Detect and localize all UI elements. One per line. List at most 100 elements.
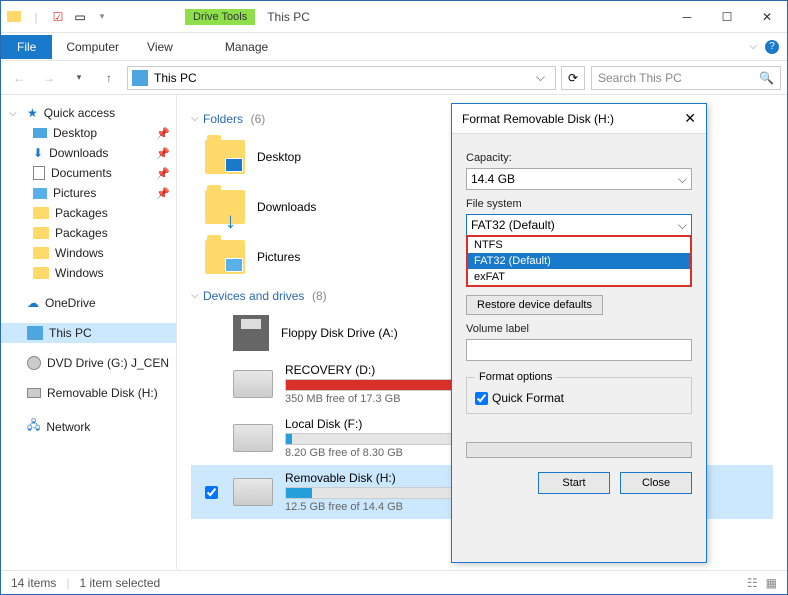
forward-button[interactable]: → (37, 66, 61, 90)
pc-icon (27, 326, 43, 340)
quick-access-root[interactable]: ⌵★Quick access (1, 103, 176, 123)
folder-icon[interactable] (5, 8, 23, 26)
ribbon-collapse-icon[interactable]: ⌵ (749, 41, 757, 52)
drive-icon (233, 370, 273, 398)
drive-tools-tab[interactable]: Drive Tools (185, 9, 255, 25)
volume-label-input[interactable] (466, 339, 692, 361)
folder-icon (33, 267, 49, 279)
dialog-close-button[interactable]: ✕ (684, 110, 696, 127)
fs-option-ntfs[interactable]: NTFS (468, 237, 690, 253)
pin-icon: 📌 (156, 167, 170, 180)
pictures-icon (33, 188, 47, 199)
up-button[interactable]: ↑ (97, 66, 121, 90)
dialog-title: Format Removable Disk (H:) (462, 112, 614, 126)
filesystem-label: File system (466, 198, 692, 210)
usage-bar (285, 487, 475, 499)
format-dialog: Format Removable Disk (H:) ✕ Capacity: 1… (451, 103, 707, 563)
folder-icon (205, 140, 245, 174)
dvd-icon (27, 356, 41, 370)
sidebar-item-packages[interactable]: Packages (1, 203, 176, 223)
desktop-icon (33, 128, 47, 138)
manage-tab[interactable]: Manage (211, 35, 282, 59)
fs-option-fat32[interactable]: FAT32 (Default) (468, 253, 690, 269)
pin-icon: 📌 (156, 147, 170, 160)
cloud-icon: ☁ (27, 296, 39, 310)
folder-icon (205, 240, 245, 274)
pin-icon: 📌 (156, 127, 170, 140)
folder-icon: ↓ (205, 190, 245, 224)
help-icon[interactable]: ? (765, 40, 779, 54)
floppy-icon (233, 315, 269, 351)
fs-option-exfat[interactable]: exFAT (468, 269, 690, 285)
details-view-icon[interactable]: ☷ (747, 576, 758, 590)
sidebar-item-windows[interactable]: Windows (1, 243, 176, 263)
folder-icon (33, 247, 49, 259)
capacity-label: Capacity: (466, 152, 692, 164)
drive-icon (233, 478, 273, 506)
navigation-pane: ⌵★Quick access Desktop📌 ⬇Downloads📌 Docu… (1, 95, 177, 569)
pin-icon: 📌 (156, 187, 170, 200)
star-icon: ★ (27, 106, 38, 120)
removable-disk[interactable]: Removable Disk (H:) (1, 383, 176, 403)
address-box[interactable]: This PC ⌵ (127, 66, 556, 90)
close-button[interactable]: Close (620, 472, 692, 494)
search-input[interactable]: Search This PC 🔍 (591, 66, 781, 90)
network-root[interactable]: 🖧Network (1, 413, 176, 440)
sidebar-item-pictures[interactable]: Pictures📌 (1, 183, 176, 203)
chevron-down-icon: ⌵ (678, 172, 687, 187)
back-button[interactable]: ← (7, 66, 31, 90)
dvd-drive[interactable]: DVD Drive (G:) J_CEN (1, 353, 176, 373)
sidebar-item-downloads[interactable]: ⬇Downloads📌 (1, 143, 176, 163)
refresh-button[interactable]: ⟳ (561, 66, 585, 90)
start-button[interactable]: Start (538, 472, 610, 494)
restore-defaults-button[interactable]: Restore device defaults (466, 295, 603, 315)
capacity-select[interactable]: 14.4 GB⌵ (466, 168, 692, 190)
dropdown-icon[interactable]: ▾ (93, 8, 111, 26)
onedrive-root[interactable]: ☁OneDrive (1, 293, 176, 313)
recent-dropdown[interactable]: ▾ (67, 66, 91, 90)
sidebar-item-packages[interactable]: Packages (1, 223, 176, 243)
properties-icon[interactable]: ▭ (71, 8, 89, 26)
titlebar: | ☑ ▭ ▾ Drive Tools This PC ─ ☐ ✕ (1, 1, 787, 33)
quick-access-toolbar: | ☑ ▭ ▾ (1, 8, 115, 26)
selection-count: 1 item selected (79, 576, 160, 590)
format-options-legend: Format options (475, 371, 556, 383)
usb-icon (27, 388, 41, 398)
minimize-button[interactable]: ─ (667, 2, 707, 32)
address-bar: ← → ▾ ↑ This PC ⌵ ⟳ Search This PC 🔍 (1, 61, 787, 95)
folder-icon (33, 227, 49, 239)
address-text: This PC (154, 71, 197, 85)
network-icon: 🖧 (27, 416, 40, 437)
sidebar-item-desktop[interactable]: Desktop📌 (1, 123, 176, 143)
select-checkbox[interactable] (205, 486, 218, 499)
address-dropdown-icon[interactable]: ⌵ (530, 70, 551, 85)
dialog-titlebar: Format Removable Disk (H:) ✕ (452, 104, 706, 134)
drive-icon (233, 424, 273, 452)
sidebar-item-windows[interactable]: Windows (1, 263, 176, 283)
filesystem-select[interactable]: FAT32 (Default)⌵ (466, 214, 692, 236)
file-tab[interactable]: File (1, 35, 52, 59)
window-title: This PC (267, 10, 310, 24)
pc-icon (132, 70, 148, 86)
this-pc-root[interactable]: This PC (1, 323, 176, 343)
sidebar-item-documents[interactable]: Documents📌 (1, 163, 176, 183)
download-icon: ⬇ (33, 146, 43, 160)
folder-icon (33, 207, 49, 219)
format-options-group: Format options Quick Format (466, 371, 692, 414)
progress-bar (466, 442, 692, 458)
checkbox-icon[interactable]: ☑ (49, 8, 67, 26)
ribbon: File Computer View Manage ⌵ ? (1, 33, 787, 61)
usage-bar (285, 379, 475, 391)
chevron-down-icon: ⌵ (678, 218, 687, 233)
filesystem-dropdown: NTFS FAT32 (Default) exFAT (466, 235, 692, 287)
quick-format-checkbox[interactable]: Quick Format (475, 391, 683, 405)
view-tab[interactable]: View (133, 35, 187, 59)
maximize-button[interactable]: ☐ (707, 2, 747, 32)
volume-label-label: Volume label (466, 323, 692, 335)
search-icon: 🔍 (759, 71, 774, 85)
computer-tab[interactable]: Computer (52, 35, 133, 59)
large-icons-view-icon[interactable]: ▦ (766, 576, 777, 590)
close-button[interactable]: ✕ (747, 2, 787, 32)
item-count: 14 items (11, 576, 56, 590)
usage-bar (285, 433, 475, 445)
